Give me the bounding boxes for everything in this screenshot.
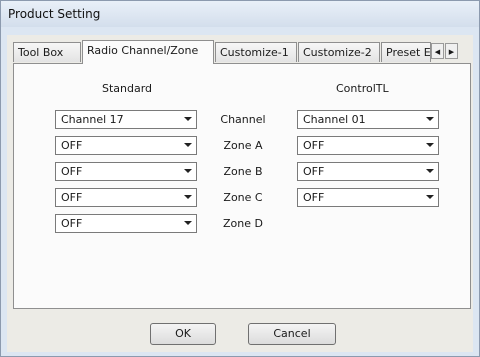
zone-d-label: Zone D bbox=[223, 217, 263, 230]
cancel-button[interactable]: Cancel bbox=[248, 323, 336, 345]
title-bar[interactable]: Product Setting bbox=[1, 1, 479, 27]
tab-tool-box[interactable]: Tool Box bbox=[13, 42, 81, 62]
channel-label: Channel bbox=[220, 113, 266, 126]
chevron-down-icon bbox=[184, 117, 192, 121]
tab-label: Customize-1 bbox=[220, 46, 289, 59]
chevron-down-icon bbox=[184, 221, 192, 225]
select-value: OFF bbox=[61, 217, 83, 230]
chevron-down-icon bbox=[426, 169, 434, 173]
select-value: OFF bbox=[303, 139, 325, 152]
controltl-zone-b-select[interactable]: OFF bbox=[297, 162, 439, 181]
zone-c-label: Zone C bbox=[223, 191, 263, 204]
product-setting-window: Product Setting Tool Box Radio Channel/Z… bbox=[0, 0, 480, 357]
chevron-down-icon bbox=[426, 143, 434, 147]
tab-label: Preset E bbox=[386, 46, 431, 59]
window-title: Product Setting bbox=[8, 7, 101, 21]
standard-channel-select[interactable]: Channel 17 bbox=[55, 110, 197, 129]
chevron-down-icon bbox=[426, 117, 434, 121]
chevron-down-icon bbox=[426, 195, 434, 199]
chevron-down-icon bbox=[184, 169, 192, 173]
tab-customize-2[interactable]: Customize-2 bbox=[298, 42, 380, 62]
standard-column-header: Standard bbox=[102, 82, 153, 95]
standard-zone-a-select[interactable]: OFF bbox=[55, 136, 197, 155]
tab-customize-1[interactable]: Customize-1 bbox=[215, 42, 297, 62]
select-value: OFF bbox=[61, 139, 83, 152]
select-value: OFF bbox=[303, 165, 325, 178]
tab-label: Tool Box bbox=[18, 46, 64, 59]
controltl-column-header: ControlTL bbox=[336, 82, 389, 95]
select-value: OFF bbox=[303, 191, 325, 204]
ok-button[interactable]: OK bbox=[150, 323, 216, 345]
tab-scroll-left-icon[interactable]: ◀ bbox=[431, 43, 444, 59]
controltl-channel-select[interactable]: Channel 01 bbox=[297, 110, 439, 129]
tab-label: Customize-2 bbox=[303, 46, 372, 59]
select-value: Channel 01 bbox=[303, 113, 366, 126]
chevron-down-icon bbox=[184, 143, 192, 147]
chevron-down-icon bbox=[184, 195, 192, 199]
tab-preset-e[interactable]: Preset E bbox=[381, 42, 431, 62]
select-value: Channel 17 bbox=[61, 113, 124, 126]
radio-channel-zone-panel: Standard ControlTL Channel 17 Channel Ch… bbox=[13, 63, 471, 309]
standard-zone-b-select[interactable]: OFF bbox=[55, 162, 197, 181]
tab-scroll-right-icon[interactable]: ▶ bbox=[445, 43, 458, 59]
standard-zone-d-select[interactable]: OFF bbox=[55, 214, 197, 233]
tab-label: Radio Channel/Zone bbox=[87, 44, 199, 57]
controltl-zone-a-select[interactable]: OFF bbox=[297, 136, 439, 155]
controltl-zone-c-select[interactable]: OFF bbox=[297, 188, 439, 207]
standard-zone-c-select[interactable]: OFF bbox=[55, 188, 197, 207]
zone-a-label: Zone A bbox=[223, 139, 263, 152]
dialog-client-area: Tool Box Radio Channel/Zone Customize-1 … bbox=[7, 35, 473, 352]
zone-b-label: Zone B bbox=[223, 165, 263, 178]
tab-scroll-buttons: ◀ ▶ bbox=[431, 43, 459, 59]
tab-radio-channel-zone[interactable]: Radio Channel/Zone bbox=[82, 40, 214, 64]
select-value: OFF bbox=[61, 165, 83, 178]
tab-strip: Tool Box Radio Channel/Zone Customize-1 … bbox=[13, 40, 473, 64]
select-value: OFF bbox=[61, 191, 83, 204]
